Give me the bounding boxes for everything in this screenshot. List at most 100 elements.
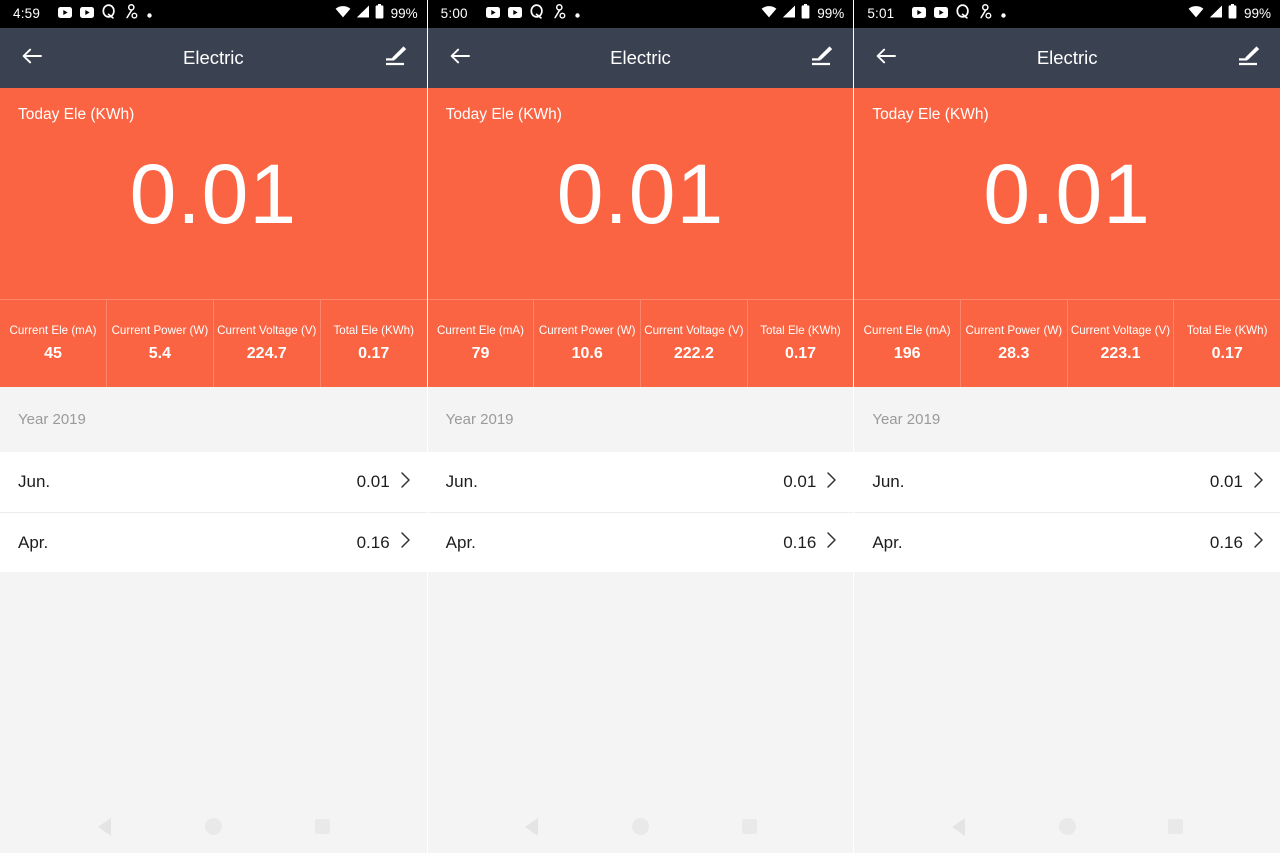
status-bar-right: 99%	[1188, 4, 1271, 24]
page-title: Electric	[183, 47, 244, 68]
month-value: 0.01	[356, 472, 390, 491]
battery-icon	[375, 4, 384, 24]
today-energy-panel: Today Ele (KWh) 0.01 Current Ele (mA) 19…	[854, 88, 1280, 387]
month-rows: Jun. 0.01 Apr. 0.16	[427, 452, 854, 572]
dot-icon	[147, 5, 152, 23]
metric-value: 196	[893, 344, 921, 362]
today-energy-value: 0.01	[983, 146, 1151, 241]
nav-back-button[interactable]	[512, 807, 552, 847]
signal-icon	[782, 5, 796, 23]
month-value: 0.01	[1209, 472, 1243, 491]
edit-button[interactable]	[805, 41, 839, 75]
metrics-row: Current Ele (mA) 45 Current Power (W) 5.…	[0, 299, 427, 387]
nav-home-button[interactable]	[1047, 807, 1087, 847]
back-arrow-icon	[21, 46, 43, 71]
quora-icon	[530, 4, 544, 24]
metric-cell: Current Power (W) 28.3	[961, 300, 1068, 387]
metric-label: Total Ele (KWh)	[333, 324, 414, 338]
nav-recents-button[interactable]	[729, 807, 769, 847]
metric-label: Total Ele (KWh)	[760, 324, 841, 338]
metric-value: 10.6	[571, 344, 603, 362]
today-energy-panel: Today Ele (KWh) 0.01 Current Ele (mA) 79…	[427, 88, 854, 387]
status-bar-left: 5:00	[441, 4, 762, 24]
metric-cell: Current Voltage (V) 224.7	[214, 300, 321, 387]
history-list: Year 2019 Jun. 0.01 Apr. 0.16	[427, 387, 854, 800]
nav-recents-icon	[314, 819, 330, 834]
person-search-icon	[124, 4, 139, 24]
list-empty-space	[0, 572, 427, 800]
status-bar-left: 4:59	[13, 4, 335, 24]
page-title: Electric	[610, 47, 671, 68]
nav-back-icon	[97, 817, 111, 836]
youtube-icon	[485, 5, 500, 23]
phone-screen: 5:01 99% Electric Today Ele (KWh) 0.01 C…	[853, 0, 1280, 853]
nav-home-button[interactable]	[193, 807, 233, 847]
metric-value: 222.2	[673, 344, 714, 362]
metric-label: Current Voltage (V)	[1070, 324, 1171, 338]
month-value: 0.16	[783, 532, 817, 552]
metric-label: Current Power (W)	[111, 324, 209, 338]
status-bar-clock: 5:01	[867, 6, 895, 22]
back-button[interactable]	[444, 42, 476, 74]
status-bar: 4:59 99%	[0, 0, 427, 28]
month-label: Apr.	[18, 532, 49, 552]
history-list: Year 2019 Jun. 0.01 Apr. 0.16	[0, 387, 427, 800]
battery-percent-label: 99%	[1243, 6, 1271, 22]
edit-button[interactable]	[379, 41, 413, 75]
nav-home-icon	[1058, 818, 1076, 835]
wifi-icon	[761, 5, 777, 23]
list-item[interactable]: Apr. 0.16	[427, 512, 854, 572]
battery-percent-label: 99%	[817, 6, 845, 22]
back-button[interactable]	[870, 42, 902, 74]
youtube-icon	[58, 5, 73, 23]
year-header: Year 2019	[427, 387, 854, 452]
metric-cell: Current Voltage (V) 223.1	[1068, 300, 1175, 387]
metric-label: Current Ele (mA)	[437, 324, 524, 338]
month-value: 0.16	[1209, 532, 1243, 552]
list-item[interactable]: Apr. 0.16	[0, 512, 427, 572]
year-header: Year 2019	[854, 387, 1280, 452]
edit-pencil-icon	[809, 44, 835, 73]
list-item[interactable]: Jun. 0.01	[854, 452, 1280, 512]
metric-cell: Current Power (W) 5.4	[107, 300, 214, 387]
quora-icon	[956, 4, 970, 24]
nav-back-button[interactable]	[84, 807, 124, 847]
metric-value: 0.17	[1211, 344, 1243, 362]
month-label: Jun.	[445, 472, 478, 491]
metrics-row: Current Ele (mA) 196 Current Power (W) 2…	[854, 299, 1280, 387]
metric-value: 0.17	[784, 344, 817, 362]
metric-value: 0.17	[358, 344, 390, 362]
back-button[interactable]	[16, 42, 48, 74]
metric-label: Current Voltage (V)	[217, 324, 317, 338]
metric-value: 28.3	[998, 344, 1030, 362]
metric-value: 223.1	[1100, 344, 1141, 362]
chevron-right-icon	[1253, 531, 1264, 554]
nav-back-button[interactable]	[939, 807, 979, 847]
list-item[interactable]: Apr. 0.16	[854, 512, 1280, 572]
status-bar: 5:00 99%	[427, 0, 854, 28]
signal-icon	[356, 5, 370, 23]
list-item[interactable]: Jun. 0.01	[0, 452, 427, 512]
nav-recents-button[interactable]	[302, 807, 342, 847]
battery-icon	[801, 4, 810, 24]
list-item[interactable]: Jun. 0.01	[427, 452, 854, 512]
quora-icon	[102, 4, 116, 24]
history-list: Year 2019 Jun. 0.01 Apr. 0.16	[854, 387, 1280, 800]
nav-home-button[interactable]	[620, 807, 660, 847]
metrics-row: Current Ele (mA) 79 Current Power (W) 10…	[427, 299, 854, 387]
month-value: 0.01	[783, 472, 817, 491]
metric-value: 224.7	[246, 344, 287, 362]
month-label: Apr.	[445, 532, 476, 552]
nav-recents-icon	[1168, 819, 1184, 834]
month-rows: Jun. 0.01 Apr. 0.16	[0, 452, 427, 572]
nav-recents-button[interactable]	[1156, 807, 1196, 847]
nav-recents-icon	[741, 819, 757, 834]
metric-cell: Current Voltage (V) 222.2	[641, 300, 748, 387]
today-energy-label: Today Ele (KWh)	[872, 106, 989, 123]
status-bar-left: 5:01	[867, 4, 1188, 24]
metric-label: Current Voltage (V)	[644, 324, 744, 338]
month-label: Jun.	[872, 472, 905, 491]
metric-value: 79	[471, 344, 490, 362]
edit-button[interactable]	[1232, 41, 1266, 75]
metric-cell: Current Ele (mA) 45	[0, 300, 107, 387]
